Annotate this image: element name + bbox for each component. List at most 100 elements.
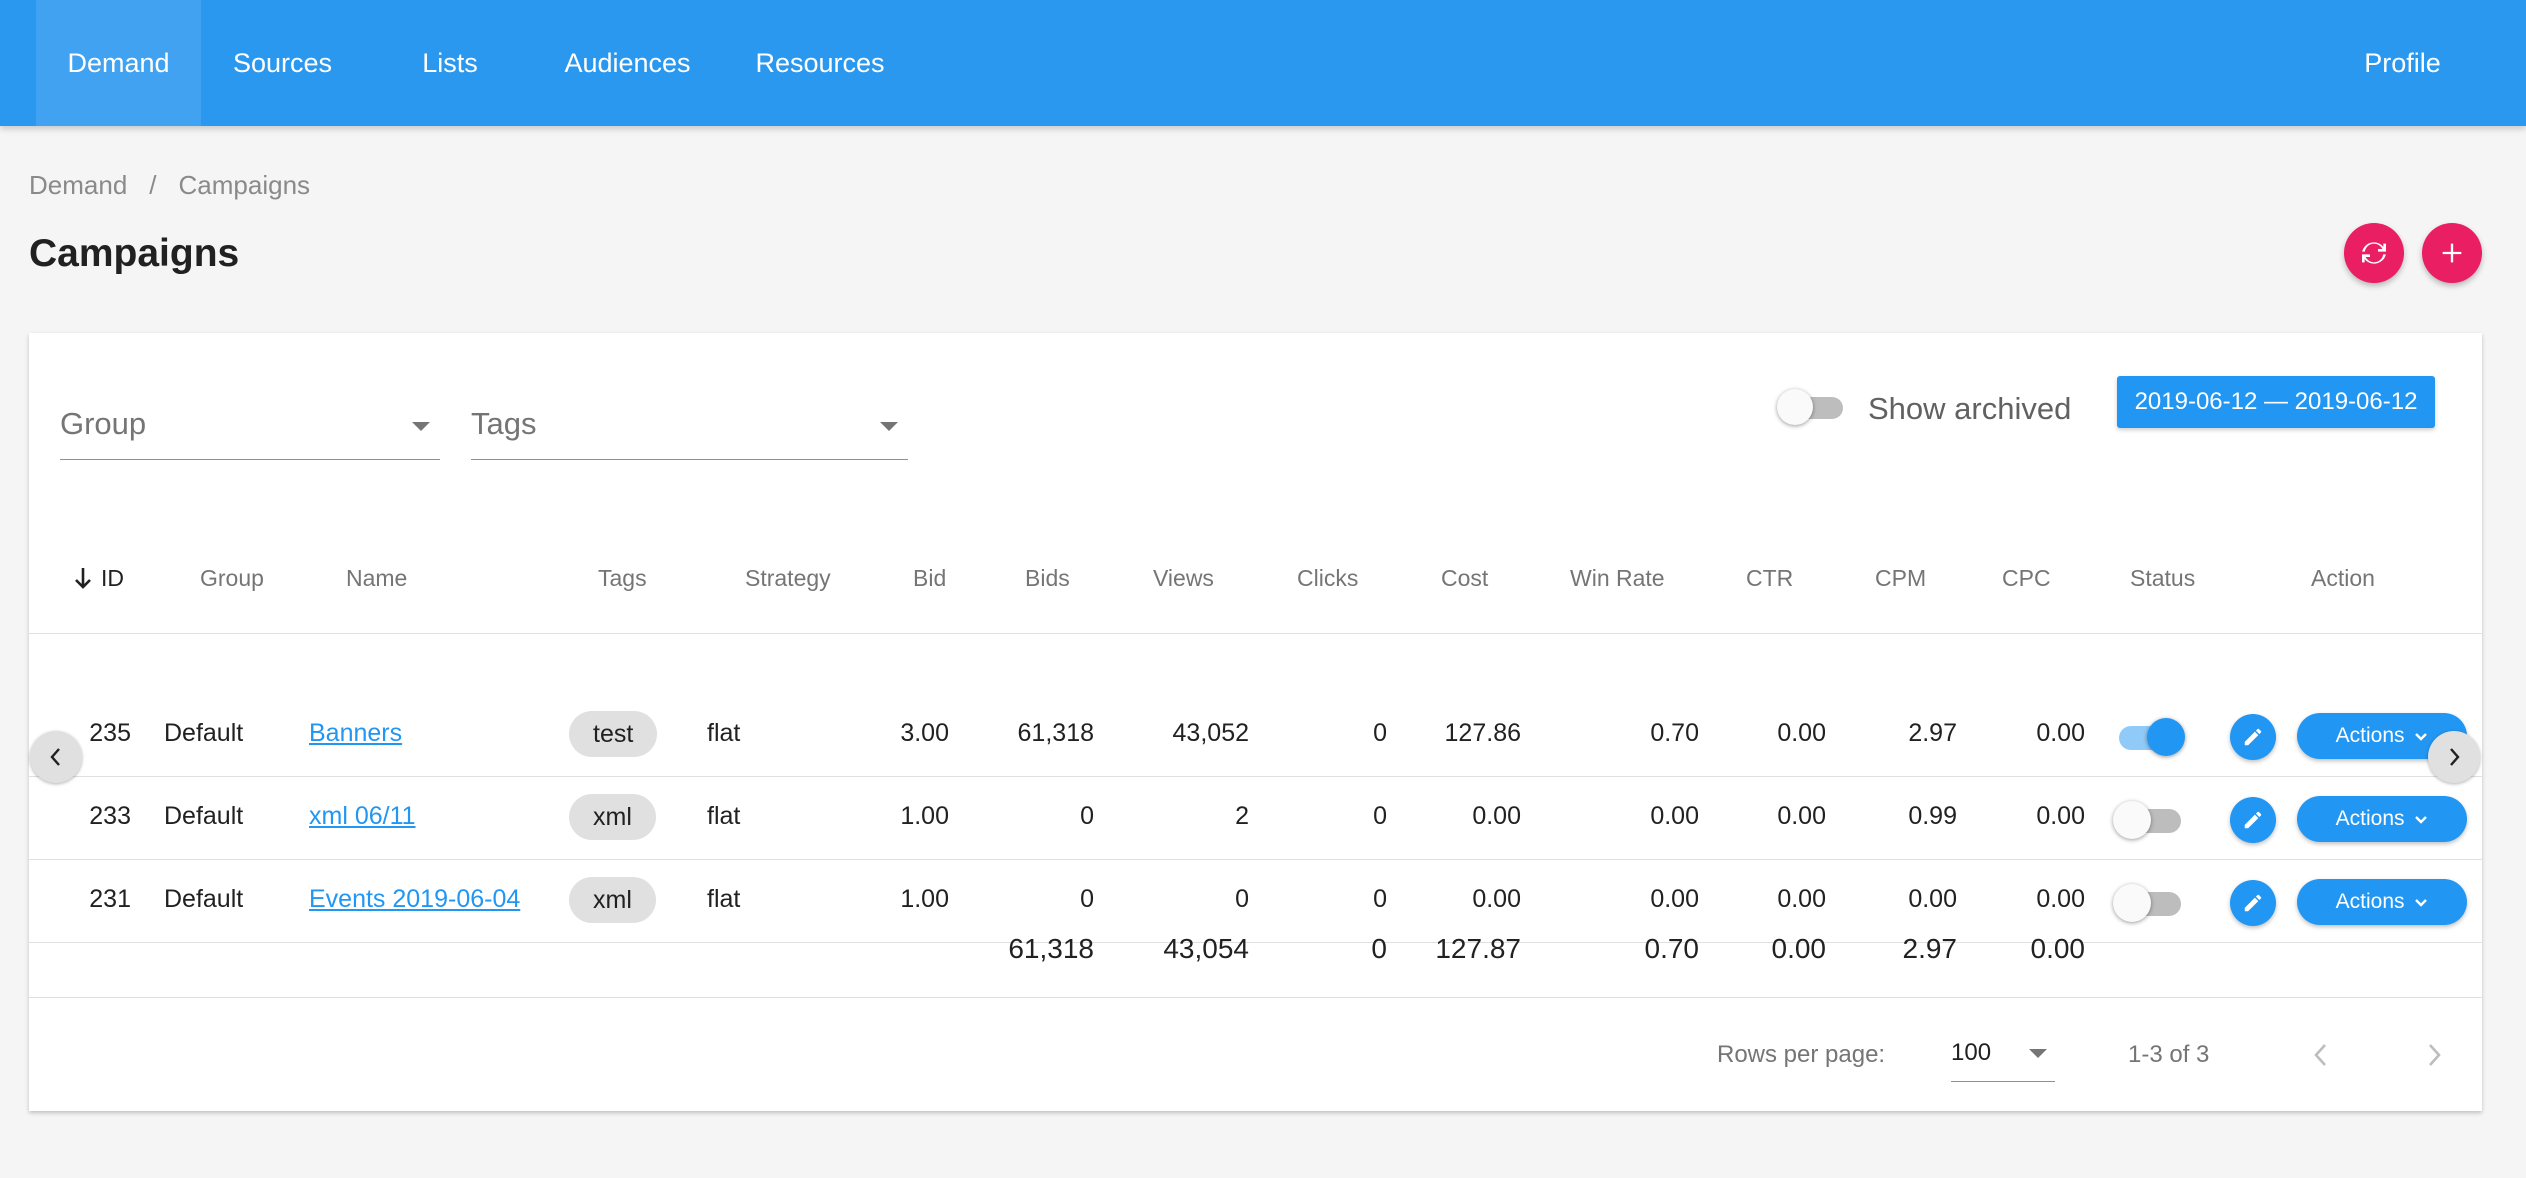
column-header-views[interactable]: Views bbox=[1153, 565, 1214, 592]
toggle-knob bbox=[2113, 801, 2151, 839]
cell-ctr: 0.00 bbox=[1777, 802, 1826, 830]
breadcrumb-root[interactable]: Demand bbox=[29, 170, 127, 200]
date-range-button[interactable]: 2019-06-12 — 2019-06-12 bbox=[2117, 376, 2435, 428]
cell-bid: 1.00 bbox=[900, 802, 949, 830]
cell-win-rate: 0.00 bbox=[1650, 802, 1699, 830]
column-header-cpc[interactable]: CPC bbox=[2002, 565, 2051, 592]
column-header-strategy[interactable]: Strategy bbox=[745, 565, 831, 592]
cell-group: Default bbox=[164, 802, 244, 830]
rows-per-page-select[interactable]: 100 bbox=[1951, 1031, 2055, 1082]
tag-chip: test bbox=[569, 711, 658, 757]
chevron-down-icon bbox=[2029, 1049, 2047, 1058]
nav-item-lists[interactable]: Lists bbox=[405, 0, 495, 126]
nav-item-resources[interactable]: Resources bbox=[745, 0, 895, 126]
previous-page-button[interactable] bbox=[2309, 1039, 2333, 1071]
column-header-name[interactable]: Name bbox=[346, 565, 407, 592]
pencil-icon bbox=[2244, 728, 2262, 746]
table-header: ID Group Name Tags Strategy Bid Bids Vie… bbox=[29, 525, 2482, 634]
scroll-right-button[interactable] bbox=[2428, 731, 2480, 783]
total-clicks: 0 bbox=[1371, 933, 1387, 964]
breadcrumb-current: Campaigns bbox=[178, 170, 311, 200]
column-header-bids[interactable]: Bids bbox=[1025, 565, 1070, 592]
column-header-win-rate[interactable]: Win Rate bbox=[1570, 565, 1665, 592]
cell-clicks: 0 bbox=[1373, 802, 1387, 830]
show-archived-label: Show archived bbox=[1868, 391, 2072, 426]
column-header-action: Action bbox=[2311, 565, 2375, 591]
column-header-status[interactable]: Status bbox=[2130, 565, 2195, 592]
total-cost: 127.87 bbox=[1435, 933, 1521, 964]
cell-group: Default bbox=[164, 719, 244, 747]
edit-button[interactable] bbox=[2230, 797, 2276, 843]
toggle-knob bbox=[2147, 718, 2185, 756]
status-toggle[interactable] bbox=[2113, 799, 2185, 839]
page-title: Campaigns bbox=[29, 232, 240, 275]
status-toggle[interactable] bbox=[2113, 716, 2185, 756]
chevron-down-icon bbox=[880, 422, 898, 431]
cell-cpc: 0.00 bbox=[2036, 802, 2085, 830]
totals-row: 61,318 43,054 0 127.87 0.70 0.00 2.97 0.… bbox=[29, 903, 2482, 998]
cell-cost: 0.00 bbox=[1472, 802, 1521, 830]
next-page-button[interactable] bbox=[2422, 1039, 2446, 1071]
rows-per-page-value: 100 bbox=[1951, 1039, 1992, 1066]
actions-menu-button[interactable]: Actions bbox=[2297, 796, 2467, 842]
actions-label: Actions bbox=[2335, 807, 2405, 830]
nav-item-demand[interactable]: Demand bbox=[36, 0, 201, 126]
cell-bids: 0 bbox=[1080, 802, 1094, 830]
column-header-cost[interactable]: Cost bbox=[1441, 565, 1488, 592]
cell-strategy: flat bbox=[707, 802, 741, 830]
chevron-down-icon bbox=[2415, 816, 2428, 824]
cell-strategy: flat bbox=[707, 719, 741, 747]
edit-button[interactable] bbox=[2230, 714, 2276, 760]
refresh-button[interactable] bbox=[2344, 223, 2404, 283]
breadcrumb: Demand / Campaigns bbox=[29, 170, 310, 201]
arrow-down-icon[interactable] bbox=[71, 565, 95, 591]
pencil-icon bbox=[2244, 811, 2262, 829]
total-win-rate: 0.70 bbox=[1644, 933, 1700, 964]
column-header-tags[interactable]: Tags bbox=[598, 565, 647, 592]
cell-cost: 127.86 bbox=[1444, 719, 1521, 747]
add-campaign-button[interactable] bbox=[2422, 223, 2482, 283]
cell-ctr: 0.00 bbox=[1777, 719, 1826, 747]
total-views: 43,054 bbox=[1163, 933, 1249, 964]
top-nav: Demand Sources Lists Audiences Resources… bbox=[0, 0, 2526, 126]
cell-bids: 61,318 bbox=[1017, 719, 1094, 747]
cell-cpc: 0.00 bbox=[2036, 719, 2085, 747]
column-header-id[interactable]: ID bbox=[101, 565, 124, 592]
plus-icon bbox=[2442, 243, 2462, 263]
rows-per-page-label: Rows per page: bbox=[1717, 1041, 1886, 1068]
column-header-ctr[interactable]: CTR bbox=[1746, 565, 1793, 592]
group-select-placeholder: Group bbox=[60, 406, 147, 441]
chevron-right-icon bbox=[2450, 748, 2460, 766]
tags-select-placeholder: Tags bbox=[471, 406, 537, 441]
campaign-name-link[interactable]: xml 06/11 bbox=[309, 802, 416, 831]
cell-clicks: 0 bbox=[1373, 719, 1387, 747]
column-header-cpm[interactable]: CPM bbox=[1875, 565, 1926, 592]
nav-item-profile[interactable]: Profile bbox=[2340, 0, 2465, 126]
column-header-bid[interactable]: Bid bbox=[913, 565, 946, 592]
tag-chip: xml bbox=[569, 794, 656, 840]
group-select[interactable]: Group bbox=[60, 393, 440, 460]
total-ctr: 0.00 bbox=[1771, 933, 1827, 964]
campaigns-card: Group Tags Show archived 2019-06-12 — 20… bbox=[29, 333, 2482, 1111]
cell-cpm: 0.99 bbox=[1908, 802, 1957, 830]
table-row: 233 Default xml 06/11 xml flat 1.00 0 2 … bbox=[29, 776, 2482, 860]
total-cpc: 0.00 bbox=[2030, 933, 2086, 964]
nav-item-audiences[interactable]: Audiences bbox=[550, 0, 705, 126]
cell-bid: 3.00 bbox=[900, 719, 949, 747]
breadcrumb-separator: / bbox=[149, 170, 157, 200]
column-header-group[interactable]: Group bbox=[200, 565, 264, 592]
campaign-name-link[interactable]: Banners bbox=[309, 719, 402, 748]
chevron-left-icon bbox=[50, 748, 60, 766]
scroll-left-button[interactable] bbox=[30, 731, 82, 783]
nav-item-sources[interactable]: Sources bbox=[215, 0, 350, 126]
show-archived-toggle[interactable] bbox=[1777, 389, 1855, 425]
table-row: 235 Default Banners test flat 3.00 61,31… bbox=[29, 693, 2482, 777]
chevron-down-icon bbox=[2415, 733, 2428, 741]
chevron-down-icon bbox=[412, 422, 430, 431]
column-header-clicks[interactable]: Clicks bbox=[1297, 565, 1358, 592]
cell-cpm: 2.97 bbox=[1908, 719, 1957, 747]
actions-label: Actions bbox=[2335, 724, 2405, 747]
cell-win-rate: 0.70 bbox=[1650, 719, 1699, 747]
total-bids: 61,318 bbox=[1008, 933, 1094, 964]
tags-select[interactable]: Tags bbox=[471, 393, 908, 460]
